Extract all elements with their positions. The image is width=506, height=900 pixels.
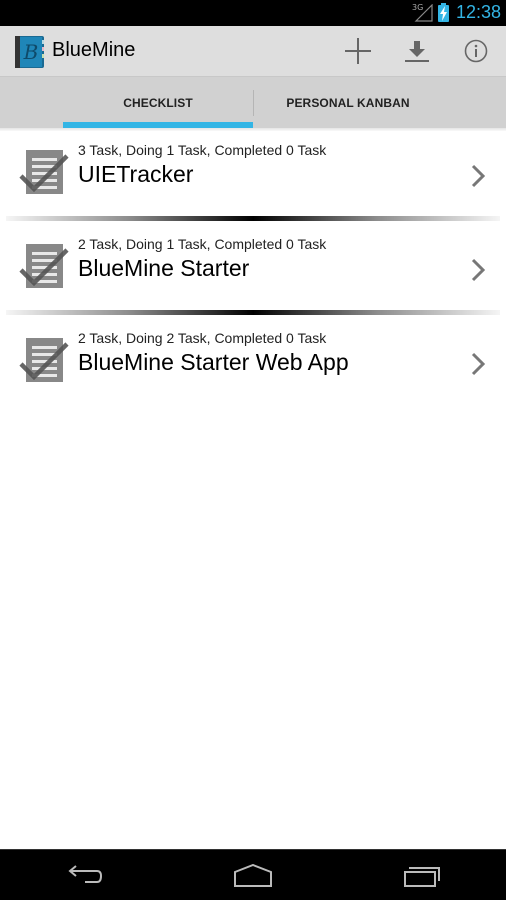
info-button[interactable] <box>456 31 496 71</box>
project-summary: 3 Task, Doing 1 Task, Completed 0 Task <box>78 142 327 158</box>
project-list: 3 Task, Doing 1 Task, Completed 0 Task U… <box>0 131 506 413</box>
svg-text:B: B <box>23 40 39 64</box>
divider <box>6 216 500 221</box>
list-item[interactable]: 2 Task, Doing 1 Task, Completed 0 Task B… <box>0 225 506 319</box>
recent-apps-button[interactable] <box>392 858 452 894</box>
checklist-icon <box>19 150 69 194</box>
tab-bar: CHECKLIST PERSONAL KANBAN <box>0 76 506 128</box>
tab-checklist[interactable]: CHECKLIST <box>63 77 253 128</box>
back-icon <box>68 865 103 883</box>
chevron-right-icon <box>471 258 486 282</box>
project-summary: 2 Task, Doing 2 Task, Completed 0 Task <box>78 330 327 346</box>
project-name: BlueMine Starter <box>78 255 250 281</box>
battery-icon <box>438 3 449 22</box>
home-icon <box>234 864 272 887</box>
action-bar: B BlueMine <box>0 26 506 76</box>
list-item[interactable]: 2 Task, Doing 2 Task, Completed 0 Task B… <box>0 319 506 413</box>
clock: 12:38 <box>456 2 502 22</box>
recent-apps-icon <box>404 867 440 887</box>
checklist-icon <box>19 244 69 288</box>
divider <box>6 310 500 315</box>
bluemine-book-icon[interactable]: B <box>15 36 45 68</box>
home-button[interactable] <box>223 858 283 894</box>
chevron-right-icon <box>471 352 486 376</box>
back-button[interactable] <box>54 858 114 894</box>
project-summary: 2 Task, Doing 1 Task, Completed 0 Task <box>78 236 327 252</box>
navigation-bar <box>0 849 506 900</box>
download-icon <box>405 41 429 62</box>
network-type: 3G <box>412 3 424 12</box>
app-title: BlueMine <box>52 39 136 61</box>
download-button[interactable] <box>397 31 437 71</box>
plus-icon <box>345 38 371 64</box>
project-name: UIETracker <box>78 161 194 187</box>
project-name: BlueMine Starter Web App <box>78 349 349 375</box>
tab-personal-kanban[interactable]: PERSONAL KANBAN <box>254 77 442 128</box>
checklist-icon <box>19 338 69 382</box>
chevron-right-icon <box>471 164 486 188</box>
add-button[interactable] <box>338 31 378 71</box>
list-item[interactable]: 3 Task, Doing 1 Task, Completed 0 Task U… <box>0 131 506 225</box>
info-icon <box>464 39 488 63</box>
status-bar: 3G 12:38 <box>0 0 506 26</box>
